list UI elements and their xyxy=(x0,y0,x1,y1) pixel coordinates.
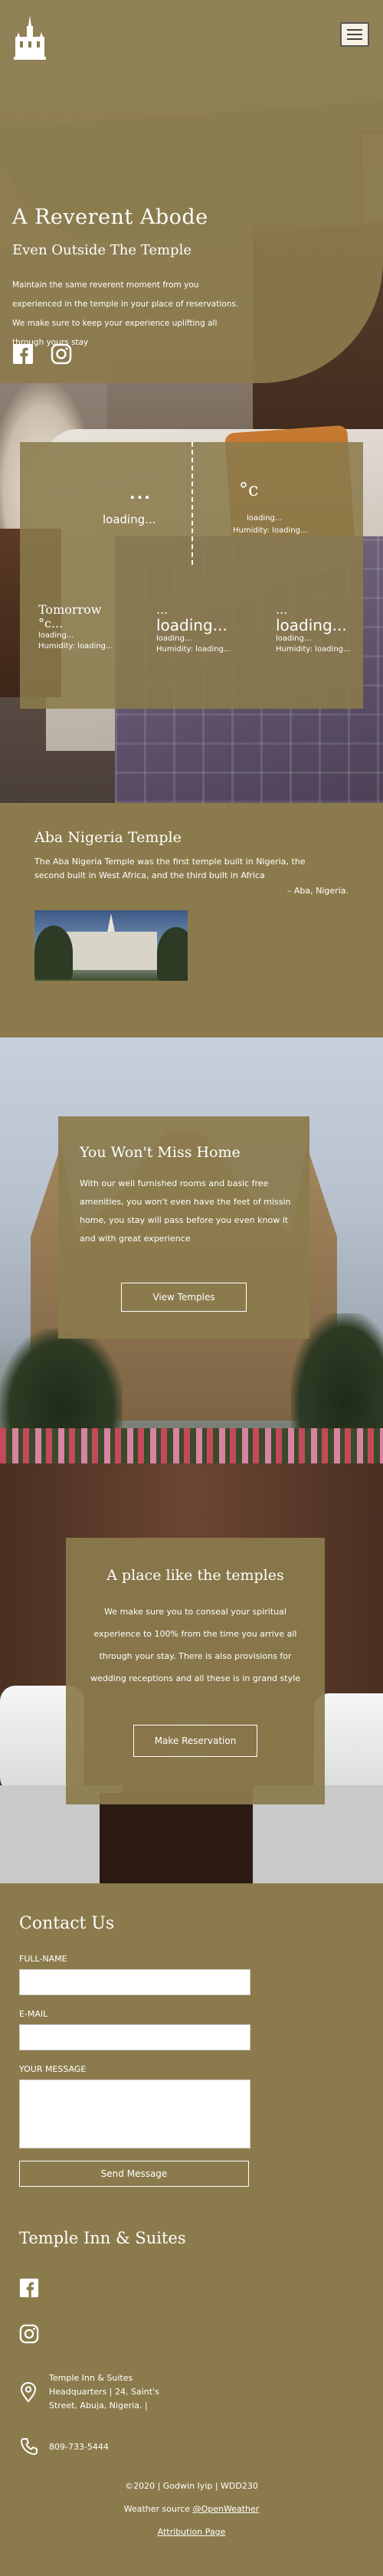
weather-panel: ... loading... °c loading... Humidity: l… xyxy=(20,442,363,709)
forecast-item: ... loading... loading... Humidity: load… xyxy=(156,603,231,655)
place-card: A place like the temples We make sure yo… xyxy=(66,1538,325,1804)
instagram-icon[interactable] xyxy=(51,343,72,365)
aba-photo-tree xyxy=(157,927,188,981)
weather-current-icon: ... xyxy=(129,484,152,503)
footer-title: Temple Inn & Suites xyxy=(19,2229,186,2247)
home-description: With our well furnished rooms and basic … xyxy=(80,1178,291,1244)
place-like-temples-section: A place like the temples We make sure yo… xyxy=(0,1463,383,1883)
hero-subtitle: Even Outside The Temple xyxy=(12,242,192,258)
contact-footer-section: Contact Us FULL-NAME E-MAIL YOUR MESSAGE… xyxy=(0,1883,383,2576)
hamburger-icon-line xyxy=(347,29,362,31)
send-message-button[interactable]: Send Message xyxy=(19,2161,249,2187)
full-name-field[interactable] xyxy=(19,1969,250,1995)
place-description: We make sure you to conseal your spiritu… xyxy=(90,1607,300,1683)
hero-description: Maintain the same reverent moment from y… xyxy=(12,280,239,347)
message-label: YOUR MESSAGE xyxy=(19,2064,87,2074)
forecast-humidity: Humidity: loading... xyxy=(38,642,113,651)
temple-logo-icon[interactable] xyxy=(12,15,47,61)
footer-weather-source: Weather source @OpenWeather xyxy=(0,2504,383,2514)
weather-current-humidity: Humidity: loading... xyxy=(233,526,308,535)
weather-source-label: Weather source xyxy=(123,2504,193,2514)
weather-divider xyxy=(192,442,193,565)
forecast-temp: °c... xyxy=(38,616,64,631)
message-field[interactable] xyxy=(19,2079,250,2148)
attribution-link[interactable]: Attribution Page xyxy=(0,2527,383,2537)
hamburger-icon-line xyxy=(347,34,362,35)
contact-title: Contact Us xyxy=(19,1914,115,1933)
aba-photo-tree xyxy=(34,926,73,979)
forecast-status: loading... xyxy=(276,634,312,643)
hero-section: A Reverent Abode Even Outside The Temple… xyxy=(0,0,383,803)
hero-title: A Reverent Abode xyxy=(12,205,208,229)
aba-temple-description: The Aba Nigeria Temple was the first tem… xyxy=(34,857,306,880)
forecast-humidity: Humidity: loading... xyxy=(156,645,231,654)
place-title: A place like the temples xyxy=(106,1567,284,1584)
weather-current-temp: °c xyxy=(239,479,259,500)
footer-address: Temple Inn & Suites Headquarters | 24, S… xyxy=(49,2373,159,2410)
facebook-icon[interactable] xyxy=(12,343,34,365)
forecast-status: loading... xyxy=(156,634,192,643)
weather-current-status: loading... xyxy=(103,513,156,526)
aba-temple-credit: – Aba, Nigeria. xyxy=(286,886,349,896)
instagram-icon[interactable] xyxy=(19,2324,39,2344)
forecast-day: Tomorrow xyxy=(38,602,102,617)
aba-temple-photo xyxy=(34,910,188,981)
menu-button[interactable] xyxy=(340,22,369,47)
facebook-icon[interactable] xyxy=(19,2278,39,2298)
weather-current-line: loading... xyxy=(247,514,283,523)
hamburger-icon-line xyxy=(347,38,362,40)
home-card: You Won't Miss Home With our well furnis… xyxy=(58,1116,309,1339)
phone-icon xyxy=(21,2438,38,2455)
home-title: You Won't Miss Home xyxy=(80,1144,241,1161)
forecast-day: ... xyxy=(156,602,169,617)
make-reservation-button[interactable]: Make Reservation xyxy=(133,1725,257,1757)
forecast-humidity: Humidity: loading... xyxy=(276,645,351,654)
aba-photo-building xyxy=(65,932,157,970)
email-field[interactable] xyxy=(19,2024,250,2050)
weather-current-details: loading... Humidity: loading... xyxy=(233,513,308,537)
aba-temple-section: Aba Nigeria Temple The Aba Nigeria Templ… xyxy=(0,803,383,1037)
footer-copyright: ©2020 | Godwin Iyip | WDD230 xyxy=(125,2481,258,2491)
forecast-item: Tomorrow °c... loading... Humidity: load… xyxy=(38,603,113,652)
forecast-temp: loading... xyxy=(276,616,347,634)
aba-temple-title: Aba Nigeria Temple xyxy=(34,829,182,846)
forecast-day: ... xyxy=(276,602,288,617)
forecast-status: loading... xyxy=(38,631,74,640)
home-background-flowers xyxy=(0,1428,383,1463)
view-temples-button[interactable]: View Temples xyxy=(121,1283,247,1312)
email-label: E-MAIL xyxy=(19,2009,48,2019)
forecast-temp: loading... xyxy=(156,616,228,634)
forecast-item: ... loading... loading... Humidity: load… xyxy=(276,603,351,655)
full-name-label: FULL-NAME xyxy=(19,1954,67,1964)
wont-miss-home-section: You Won't Miss Home With our well furnis… xyxy=(0,1037,383,1463)
openweather-link[interactable]: @OpenWeather xyxy=(193,2504,260,2514)
location-pin-icon xyxy=(20,2381,37,2403)
footer-phone: 809-733-5444 xyxy=(49,2442,109,2452)
place-background-nightstand xyxy=(100,1793,253,1883)
